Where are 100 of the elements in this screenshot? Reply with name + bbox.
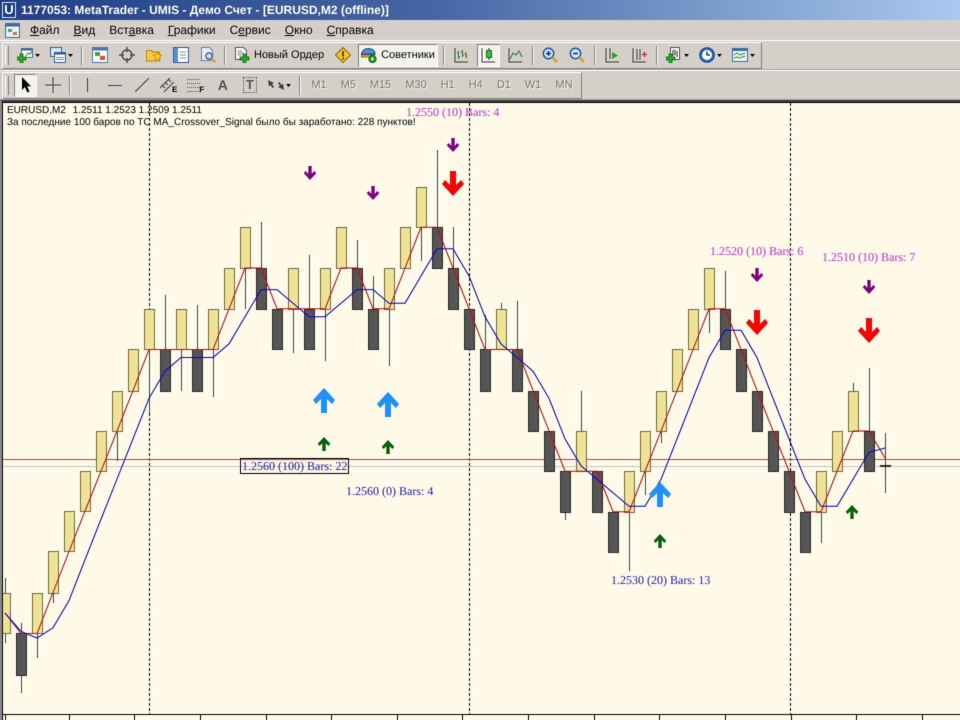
down-candle (272, 308, 283, 350)
down-arrow-icon (746, 310, 768, 335)
up-candle (32, 592, 43, 658)
down-arrow-icon (442, 171, 464, 196)
up-arrow-icon (654, 534, 666, 548)
down-arrow-icon (862, 280, 876, 294)
horizontal-line-icon (108, 84, 122, 86)
menu-item[interactable]: Файл (23, 22, 67, 38)
up-candle (336, 226, 347, 269)
down-candle (608, 512, 619, 553)
menu-item[interactable]: Окно (278, 22, 320, 38)
up-candle (688, 308, 699, 350)
up-candle (128, 348, 139, 392)
down-candle (352, 240, 363, 310)
up-candle (496, 302, 507, 350)
down-candle (560, 470, 571, 520)
menu-item[interactable]: Вставка (102, 22, 161, 38)
toolbar-handle[interactable] (5, 46, 9, 64)
template-icon (732, 47, 748, 63)
down-arrow-icon (446, 138, 460, 152)
up-candle (112, 390, 123, 462)
up-arrow-icon (318, 437, 330, 451)
zoom-out-icon (569, 47, 586, 63)
up-candle (64, 510, 75, 552)
channel-tool-button[interactable]: E (157, 74, 180, 96)
chart-plus-icon (17, 47, 33, 63)
up-arrow-icon (313, 388, 335, 413)
down-candle (16, 622, 27, 694)
up-candle (224, 268, 235, 310)
price-label[interactable]: 1.2560 (0) Bars: 4 (344, 483, 436, 499)
up-candle (848, 382, 859, 432)
up-candle (656, 390, 667, 444)
fibonacci-icon (187, 78, 202, 92)
line-chart-icon (507, 47, 524, 63)
up-candle (3, 578, 11, 644)
up-arrow-icon (382, 440, 394, 454)
up-candle (400, 226, 411, 269)
document-plus-icon (666, 47, 682, 63)
crosshair-icon (44, 77, 60, 93)
down-arrow-icon (750, 268, 764, 282)
warning-diamond-icon (334, 47, 351, 63)
down-candle (528, 390, 539, 432)
up-arrow-icon (649, 482, 671, 507)
down-arrow-icon (858, 318, 880, 343)
channel-icon (160, 78, 174, 92)
up-candle (640, 430, 651, 496)
fibonacci-tool-button[interactable]: F (184, 74, 208, 96)
down-arrow-icon (366, 186, 380, 200)
cursor-icon (20, 77, 30, 93)
chart-shift-icon (631, 47, 648, 63)
up-candle (704, 268, 715, 334)
price-label[interactable]: 1.2510 (10) Bars: 7 (820, 249, 918, 265)
document-plus-icon (234, 47, 250, 63)
text-tool-button[interactable]: A (211, 74, 234, 96)
clock-icon (698, 47, 715, 63)
windows-icon (50, 47, 66, 63)
new-order-button[interactable]: Новый Ордер (231, 44, 328, 66)
menu-item[interactable]: Вид (66, 22, 102, 38)
menu-item[interactable]: Справка (320, 22, 381, 38)
window-squares-icon (92, 47, 108, 63)
down-candle (800, 512, 811, 553)
up-candle (672, 348, 683, 392)
down-candle (736, 348, 747, 392)
app-logo: U (2, 2, 16, 18)
experts-button[interactable]: Советники (358, 44, 438, 66)
down-candle (592, 470, 603, 513)
price-label[interactable]: 1.2520 (10) Bars: 6 (708, 243, 806, 259)
window-title: 1177053: MetaTrader - UMIS - Демо Счет - [EURUSD,M2 (offline)] (21, 3, 389, 17)
price-label[interactable]: 1.2560 (100) Bars: 22 (240, 458, 350, 474)
chart-scroll-icon (604, 47, 620, 63)
arrows-icon (268, 78, 284, 92)
crosshair-icon (118, 47, 134, 63)
document-icon[interactable] (5, 22, 20, 38)
up-arrow-icon (377, 392, 399, 417)
down-candle (464, 308, 475, 350)
toolbar-handle[interactable] (5, 76, 9, 94)
candlestick-chart-button[interactable] (476, 44, 500, 66)
down-arrow-icon (304, 166, 316, 180)
price-label[interactable]: 1.2530 (20) Bars: 13 (609, 572, 712, 588)
cap-play-icon (361, 47, 378, 63)
candlestick-chart-icon (480, 47, 496, 63)
cursor-tool-button[interactable] (14, 74, 37, 96)
up-arrow-icon (846, 505, 858, 519)
up-candle (832, 430, 843, 472)
down-candle (768, 430, 779, 472)
chart-info-text: EURUSD,M2 1.2511 1.2523 1.2509 1.2511 (7, 105, 202, 117)
trend-line-icon (134, 78, 148, 92)
zoom-in-icon (542, 47, 558, 63)
up-candle (48, 550, 59, 604)
vertical-line-icon (86, 78, 89, 92)
menu-item[interactable]: Сервис (222, 22, 278, 38)
text-label-tool-button[interactable]: T (238, 74, 262, 96)
down-candle (544, 430, 555, 472)
doji-candle (880, 432, 891, 494)
document-magnifier-icon (200, 47, 216, 63)
window-icon (172, 47, 188, 63)
menu-item[interactable]: Графики (160, 22, 223, 38)
up-candle (80, 470, 91, 512)
down-candle (784, 470, 795, 513)
down-candle (752, 390, 763, 432)
